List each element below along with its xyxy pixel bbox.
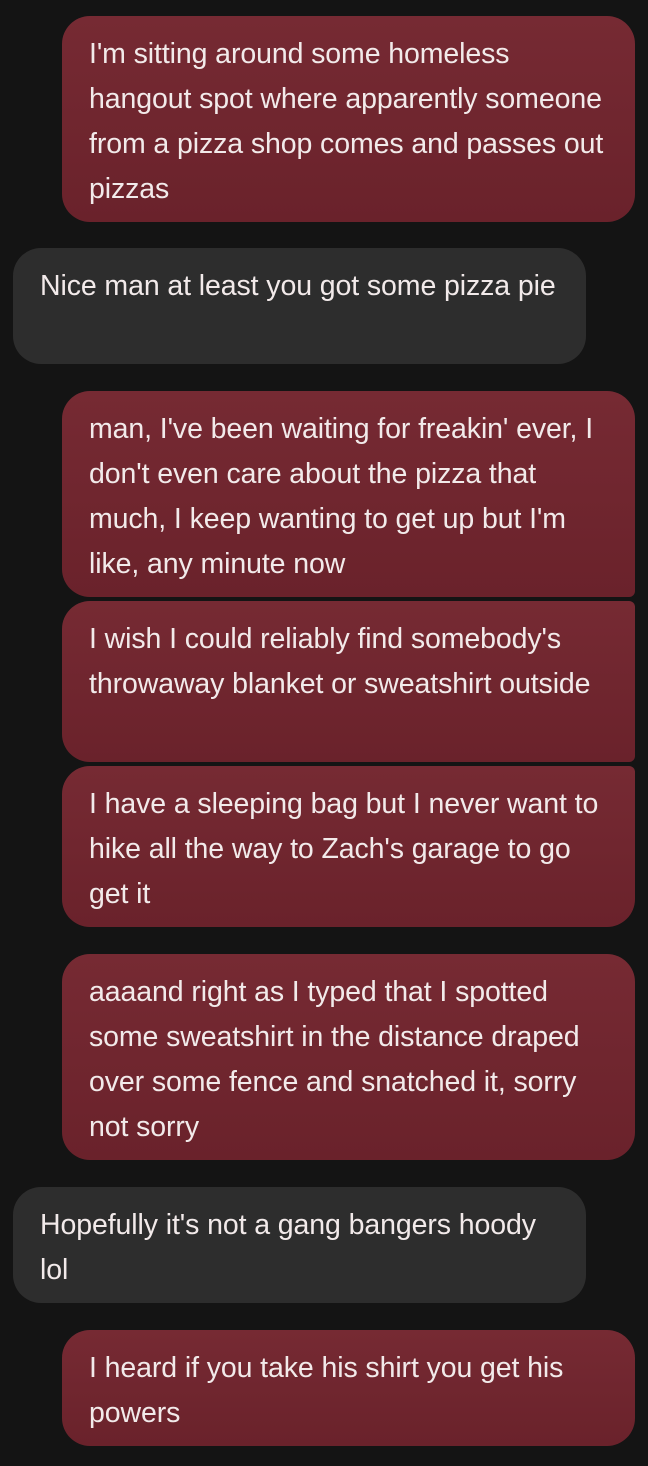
outgoing-message-bubble[interactable]: man, I've been waiting for freakin' ever… [62,391,635,597]
outgoing-message-bubble[interactable]: I have a sleeping bag but I never want t… [62,766,635,927]
incoming-message-bubble[interactable]: Nice man at least you got some pizza pie [13,248,586,364]
incoming-message-bubble[interactable]: Hopefully it's not a gang bangers hoody … [13,1187,586,1303]
message-thread: I'm sitting around some homeless hangout… [0,0,648,1466]
outgoing-message-bubble[interactable]: I'm sitting around some homeless hangout… [62,16,635,222]
outgoing-message-bubble[interactable]: I heard if you take his shirt you get hi… [62,1330,635,1446]
outgoing-message-bubble[interactable]: I wish I could reliably find somebody's … [62,601,635,762]
outgoing-message-bubble[interactable]: aaaand right as I typed that I spotted s… [62,954,635,1160]
